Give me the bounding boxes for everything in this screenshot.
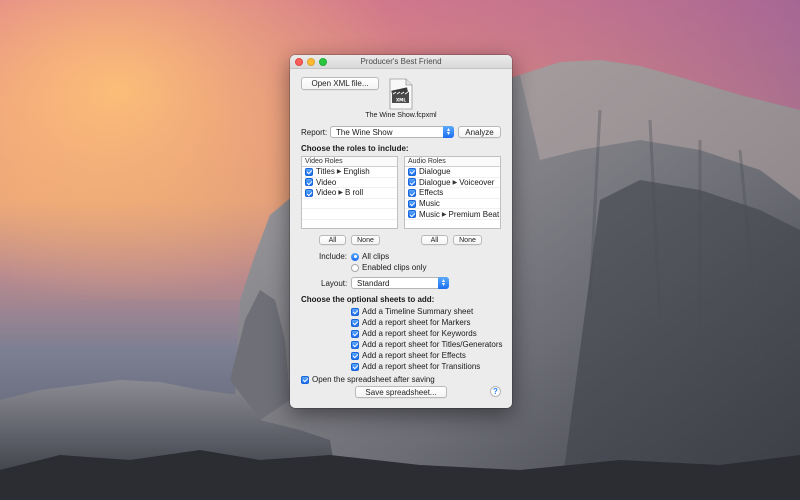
optional-sheet-checkbox[interactable]: Add a report sheet for Titles/Generators (351, 340, 503, 349)
video-none-button[interactable]: None (351, 235, 380, 245)
checkbox-checked-icon[interactable] (305, 167, 313, 176)
title-bar[interactable]: Producer's Best Friend (290, 55, 512, 69)
optional-sheet-label: Add a report sheet for Transitions (362, 362, 481, 371)
checkbox-checked-icon (301, 375, 309, 384)
roles-heading: Choose the roles to include: (301, 144, 409, 153)
checkbox-checked-icon (351, 351, 359, 360)
disclosure-triangle-icon: ▶ (336, 169, 342, 176)
window-title: Producer's Best Friend (360, 57, 442, 66)
role-list-item[interactable]: Video (302, 178, 397, 189)
disclosure-triangle-icon: ▶ (441, 211, 447, 218)
role-label: Music (419, 199, 440, 209)
save-spreadsheet-button[interactable]: Save spreadsheet... (355, 386, 447, 398)
role-label: B roll (344, 188, 364, 198)
open-xml-button[interactable]: Open XML file... (301, 77, 379, 90)
optional-sheet-label: Add a report sheet for Markers (362, 318, 471, 327)
video-all-button[interactable]: All (319, 235, 346, 245)
role-list-item[interactable]: Effects (405, 188, 500, 199)
optional-sheet-checkbox[interactable]: Add a Timeline Summary sheet (351, 307, 473, 316)
audio-roles-header: Audio Roles (405, 157, 500, 167)
video-roles-header: Video Roles (302, 157, 397, 167)
open-after-saving-label: Open the spreadsheet after saving (312, 375, 435, 384)
sheets-heading: Choose the optional sheets to add: (301, 295, 435, 304)
include-enabled-clips-radio[interactable]: Enabled clips only (351, 263, 426, 272)
optional-sheet-label: Add a Timeline Summary sheet (362, 307, 474, 316)
app-window: Producer's Best Friend Open XML file... … (290, 55, 512, 408)
report-select[interactable]: The Wine Show ▴ ▾ (330, 126, 454, 138)
role-list-item[interactable]: Dialogue ▶ Voiceover (405, 178, 500, 189)
checkbox-checked-icon[interactable] (408, 178, 416, 187)
checkbox-checked-icon[interactable] (408, 188, 416, 197)
audio-all-button[interactable]: All (421, 235, 448, 245)
checkbox-checked-icon (351, 329, 359, 338)
empty-list-row (302, 209, 397, 220)
optional-sheet-label: Add a report sheet for Effects (362, 351, 466, 360)
audio-roles-list[interactable]: Audio Roles Dialogue Dialogue ▶ Voiceover Ef… (404, 156, 501, 229)
report-select-value: The Wine Show (336, 127, 393, 137)
include-all-clips-label: All clips (362, 252, 390, 261)
checkbox-checked-icon[interactable] (305, 178, 313, 187)
checkbox-checked-icon[interactable] (408, 167, 416, 176)
role-list-item[interactable]: Titles ▶ English (302, 167, 397, 178)
include-enabled-clips-label: Enabled clips only (362, 263, 427, 272)
role-list-item[interactable]: Video ▶ B roll (302, 188, 397, 199)
radio-selected-icon (351, 252, 359, 261)
xml-file-icon-label: XML (396, 98, 406, 103)
open-after-saving-checkbox[interactable]: Open the spreadsheet after saving (301, 375, 435, 384)
optional-sheet-label: Add a report sheet for Keywords (362, 329, 477, 338)
checkbox-checked-icon (351, 307, 359, 316)
role-label: Video (316, 177, 337, 187)
role-label: Dialogue (419, 167, 451, 177)
checkbox-checked-icon[interactable] (408, 199, 416, 208)
select-arrows-icon: ▴ ▾ (443, 126, 454, 138)
checkbox-checked-icon[interactable] (305, 188, 313, 197)
include-label: Include: (319, 252, 348, 261)
checkbox-checked-icon (351, 318, 359, 327)
role-label: Video (316, 188, 337, 198)
optional-sheet-checkbox[interactable]: Add a report sheet for Keywords (351, 329, 477, 338)
optional-sheet-label: Add a report sheet for Titles/Generators (362, 340, 503, 349)
role-label: Dialogue (419, 177, 451, 187)
xml-file-icon: XML (389, 78, 413, 110)
include-all-clips-radio[interactable]: All clips (351, 252, 389, 261)
role-label: Titles (316, 167, 335, 177)
analyze-button[interactable]: Analyze (458, 126, 501, 138)
checkbox-checked-icon (351, 362, 359, 371)
disclosure-triangle-icon: ▶ (338, 190, 343, 197)
optional-sheet-checkbox[interactable]: Add a report sheet for Markers (351, 318, 471, 327)
role-label: Effects (419, 188, 444, 198)
layout-select[interactable]: Standard ▴ ▾ (351, 277, 449, 289)
optional-sheet-checkbox[interactable]: Add a report sheet for Transitions (351, 362, 480, 371)
audio-none-button[interactable]: None (453, 235, 482, 245)
role-label: Premium Beat (448, 209, 500, 219)
layout-select-value: Standard (357, 278, 390, 288)
role-label: Music (419, 209, 440, 219)
role-list-item[interactable]: Music (405, 199, 500, 210)
optional-sheet-checkbox[interactable]: Add a report sheet for Effects (351, 351, 466, 360)
disclosure-triangle-icon: ▶ (452, 179, 458, 186)
empty-list-row (302, 199, 397, 210)
report-label: Report: (301, 128, 328, 137)
checkbox-checked-icon[interactable] (408, 210, 416, 219)
role-label: Voiceover (459, 177, 495, 187)
role-label: English (343, 167, 370, 177)
role-list-item[interactable]: Music ▶ Premium Beat (405, 209, 500, 220)
role-list-item[interactable]: Dialogue (405, 167, 500, 178)
file-name: The Wine Show.fcpxml (365, 112, 437, 119)
layout-label: Layout: (321, 279, 348, 288)
radio-unselected-icon (351, 263, 359, 272)
help-button[interactable]: ? (490, 386, 501, 397)
video-roles-list[interactable]: Video Roles Titles ▶ English Video Video ▶ B r… (301, 156, 398, 229)
checkbox-checked-icon (351, 340, 359, 349)
select-arrows-icon: ▴ ▾ (438, 277, 449, 289)
